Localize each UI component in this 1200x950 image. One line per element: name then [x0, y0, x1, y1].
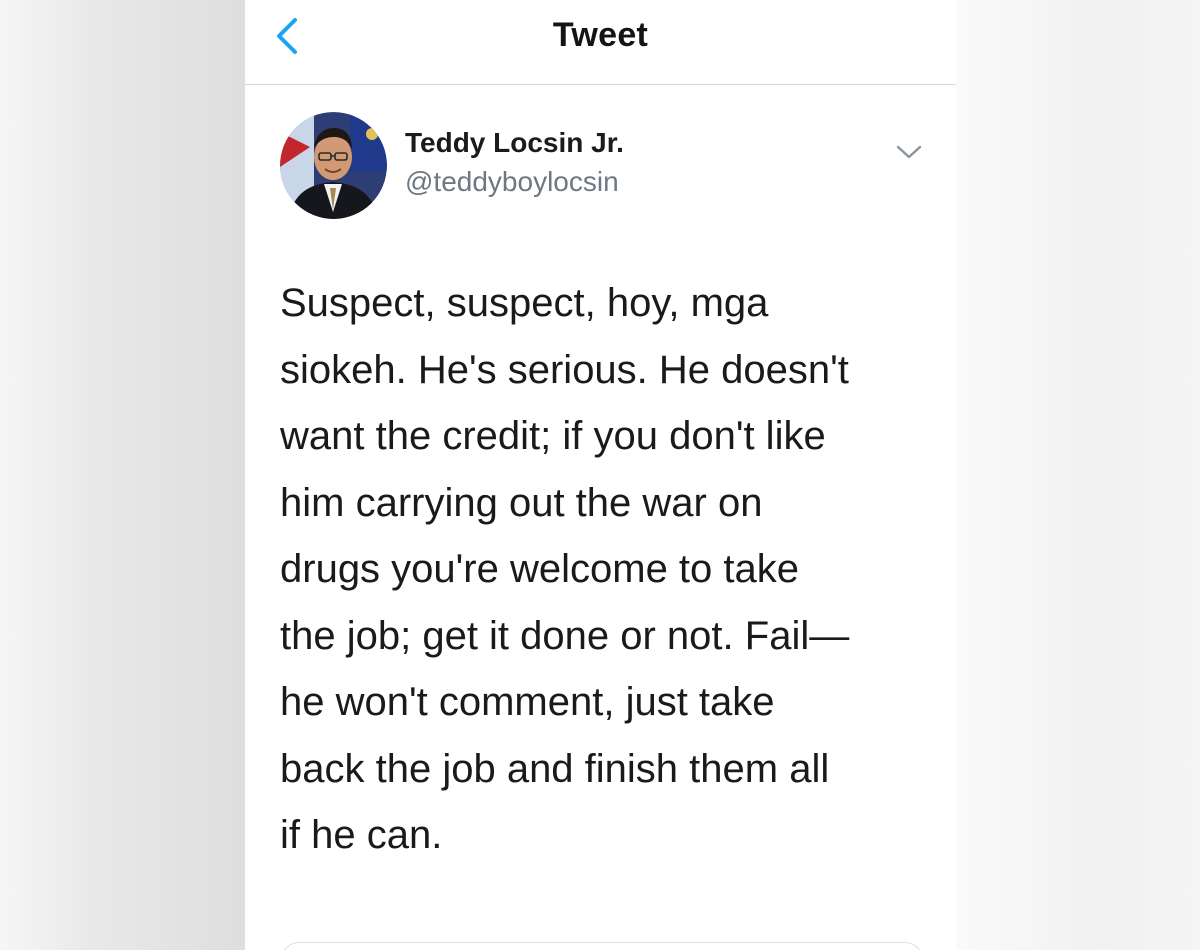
tweet-screen: Tweet Teddy Locsin Jr. @teddyboylocsin S…	[245, 0, 956, 950]
embedded-card-edge[interactable]	[281, 942, 923, 950]
tweet-line: Suspect, suspect, hoy, mga	[280, 281, 769, 325]
tweet-line: drugs you're welcome to take	[280, 547, 800, 591]
background-left	[0, 0, 245, 950]
tweet-line: him carrying out the war on	[280, 480, 763, 525]
tweet-line: want the credit; if you don't like	[280, 414, 826, 458]
tweet-line: the job; get it done or not. Fail—	[280, 613, 850, 658]
tweet-line: back the job and finish them all	[280, 746, 830, 791]
avatar[interactable]	[280, 112, 387, 219]
chevron-down-icon	[896, 145, 922, 159]
tweet-text: Suspect, suspect, hoy, mga siokeh. He's …	[280, 270, 930, 869]
author-display-name[interactable]: Teddy Locsin Jr.	[405, 127, 624, 159]
background-right	[956, 0, 1200, 950]
nav-bar: Tweet	[245, 0, 956, 85]
tweet-line: he won't comment, just take	[280, 680, 775, 724]
tweet-line: siokeh. He's serious. He doesn't	[280, 347, 849, 392]
profile-photo	[280, 112, 387, 219]
tweet-menu-button[interactable]	[891, 137, 927, 167]
page-title: Tweet	[552, 16, 649, 54]
author-handle[interactable]: @teddyboylocsin	[405, 166, 619, 198]
tweet-line: if he can.	[280, 813, 443, 857]
tweet-header: Teddy Locsin Jr. @teddyboylocsin	[245, 85, 956, 245]
